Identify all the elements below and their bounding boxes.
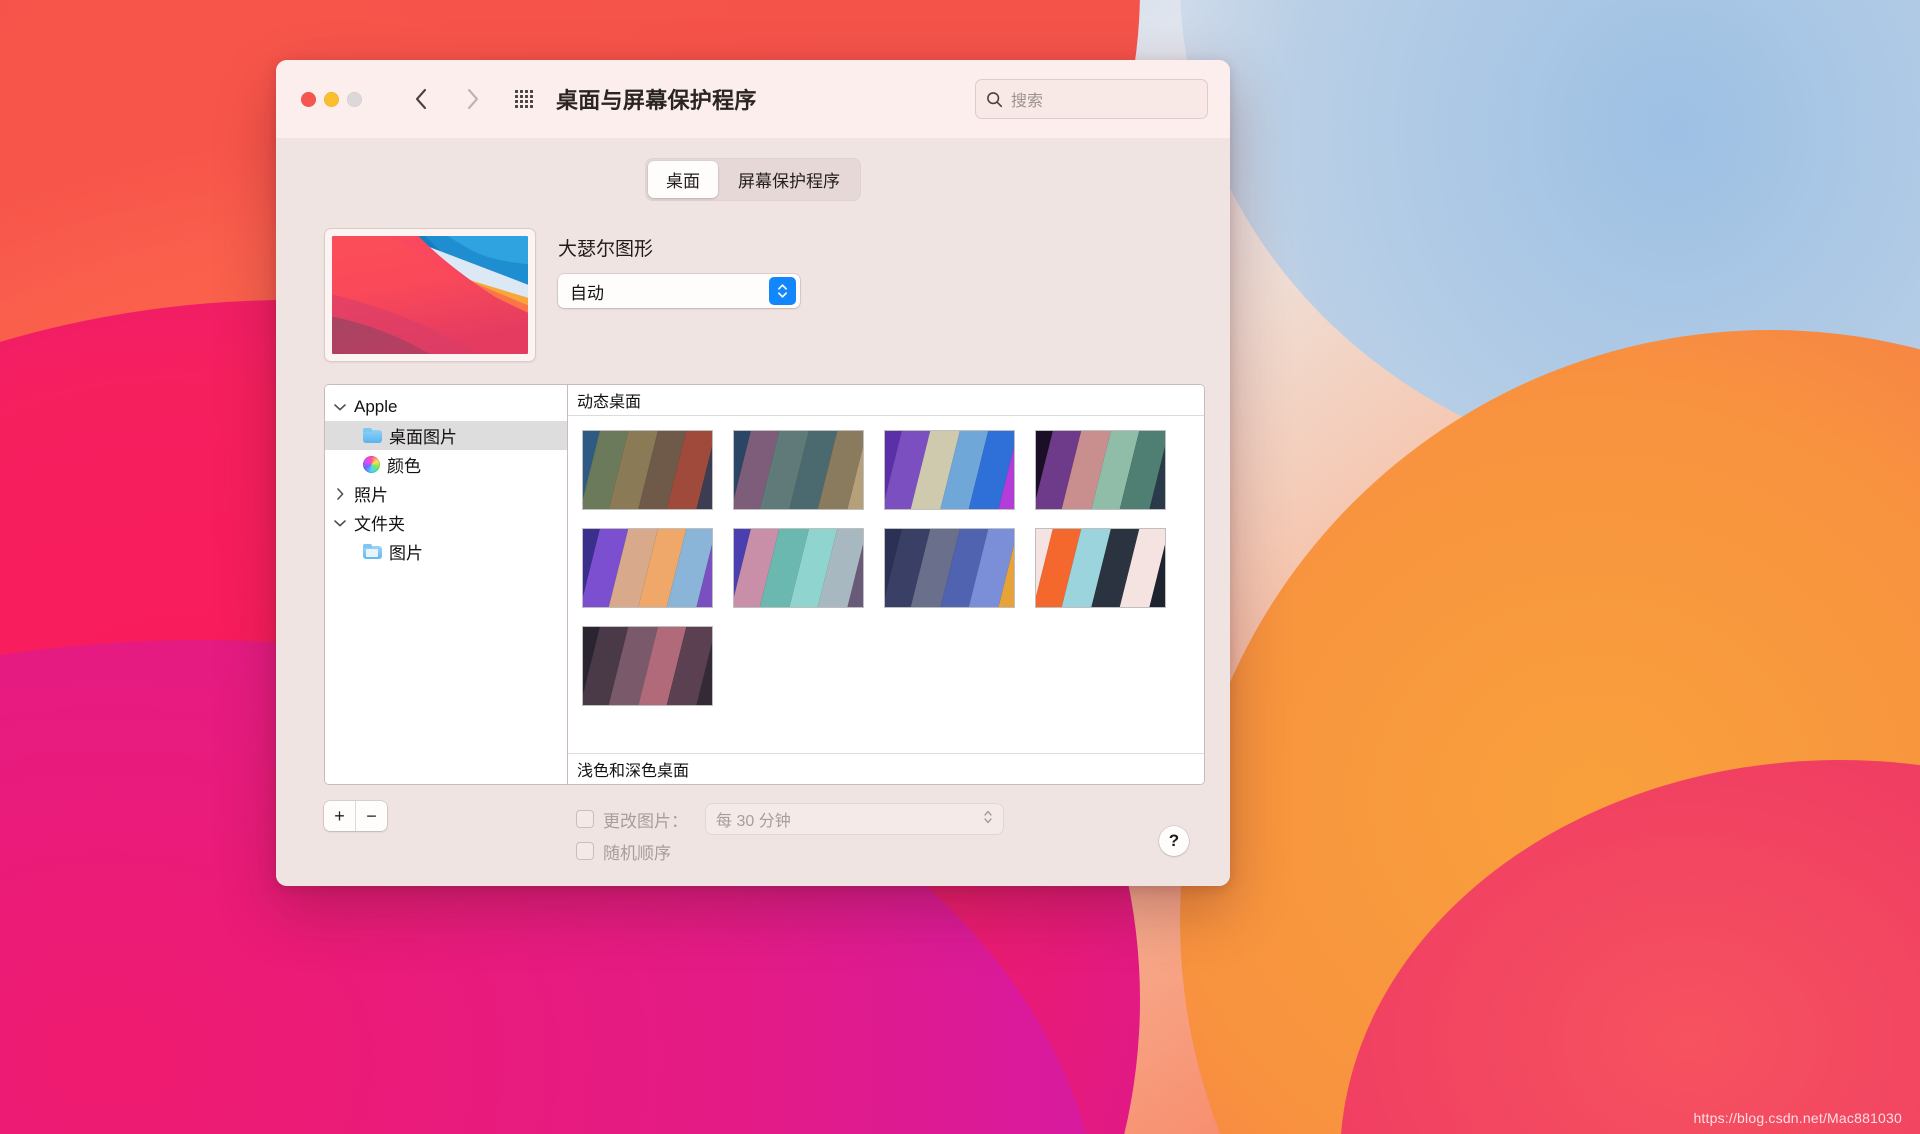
desktop-background: https://blog.csdn.net/Mac881030 桌面与屏幕保护程… [0,0,1920,1134]
grid-view-icon[interactable] [514,89,534,109]
sidebar-item-label: 桌面图片 [389,428,457,447]
folder-icon [363,428,382,443]
search-icon [987,91,1003,107]
sidebar-item-label: 文件夹 [354,515,405,534]
wallpaper-stripes [583,627,712,705]
zoom-button[interactable] [347,91,362,107]
rotation-options: 更改图片： 每 30 分钟 随机顺序 [577,801,1003,867]
wallpaper-preview-frame[interactable] [324,228,536,362]
wallpaper-thumbnail[interactable] [1035,528,1166,608]
wallpaper-stripes [1036,431,1165,509]
chevron-right-icon[interactable] [333,487,347,501]
search-input[interactable]: 搜索 [975,79,1208,119]
page-title: 桌面与屏幕保护程序 [556,88,757,113]
wallpaper-preview-image [332,236,528,354]
chevron-down-icon[interactable] [333,516,347,530]
random-order-checkbox[interactable] [577,843,593,859]
wallpaper-thumbnail[interactable] [733,528,864,608]
source-and-gallery-split: Apple 桌面图片 颜色 照片 文件夹 图片 动态桌面 浅色和深色桌面 [324,384,1205,785]
stepper-chevrons-icon[interactable] [769,277,796,305]
sidebar-item-label: 照片 [354,486,388,505]
wallpaper-thumbnail[interactable] [1035,430,1166,510]
gallery-group-header-dynamic: 动态桌面 [568,385,1204,416]
wallpaper-stripes [734,431,863,509]
sidebar-item-label: 颜色 [387,457,421,476]
add-remove-segmented-control[interactable]: + − [324,801,387,831]
sidebar-item-photos[interactable]: 照片 [325,479,567,508]
sidebar-item-folders[interactable]: 文件夹 [325,508,567,537]
photo-glyph-icon [366,549,378,557]
tab-group: 桌面 屏幕保护程序 [645,158,861,201]
wallpaper-thumbnail[interactable] [733,430,864,510]
close-button[interactable] [301,91,316,107]
system-preferences-window: 桌面与屏幕保护程序 搜索 桌面 屏幕保护程序 大瑟尔图形 自动 Apple 桌面… [276,60,1230,886]
window-body: 桌面 屏幕保护程序 大瑟尔图形 自动 Apple 桌面图片 颜色 照片 文件夹 … [276,138,1230,886]
change-interval-value: 每 30 分钟 [716,813,791,830]
change-picture-row: 更改图片： 每 30 分钟 [577,803,1003,835]
sidebar-item-pictures[interactable]: 图片 [325,537,567,566]
color-wheel-icon [363,456,380,473]
wallpaper-gallery: 动态桌面 浅色和深色桌面 [568,385,1204,784]
wallpaper-stripes [885,529,1014,607]
remove-folder-button[interactable]: − [356,801,387,831]
chevron-right-icon[interactable] [458,84,488,114]
change-picture-label: 更改图片： [603,811,688,831]
tab-screensaver[interactable]: 屏幕保护程序 [720,161,858,198]
help-button[interactable]: ? [1159,826,1189,856]
wallpaper-stripes [583,431,712,509]
chevron-down-icon[interactable] [333,400,347,414]
search-placeholder: 搜索 [1011,93,1044,110]
change-interval-select[interactable]: 每 30 分钟 [706,804,1003,834]
gallery-scroll-area[interactable] [568,416,1204,753]
pictures-folder-icon [363,544,382,559]
change-picture-checkbox[interactable] [577,811,593,827]
wallpaper-stripes [1036,529,1165,607]
wallpaper-mode-value: 自动 [570,283,604,303]
tab-bar: 桌面 屏幕保护程序 [298,138,1208,201]
wallpaper-thumbnail[interactable] [582,430,713,510]
minimize-button[interactable] [324,91,339,107]
sidebar-item-label: 图片 [389,544,423,563]
sidebar-item-label: Apple [354,396,398,416]
wallpaper-thumbnail[interactable] [884,528,1015,608]
sidebar-item-colors[interactable]: 颜色 [325,450,567,479]
sidebar-item-desktop-pictures[interactable]: 桌面图片 [325,421,567,450]
chevron-updown-icon [983,809,993,830]
sidebar-item-apple[interactable]: Apple [325,392,567,421]
random-order-label: 随机顺序 [603,843,671,863]
preview-row: 大瑟尔图形 自动 [298,201,1208,362]
wallpaper-stripes [885,431,1014,509]
watermark-text: https://blog.csdn.net/Mac881030 [1693,1110,1902,1126]
bottom-controls: + − 更改图片： 每 30 分钟 随机顺序 ? [298,785,1208,886]
traffic-lights [301,91,362,107]
wallpaper-thumbnail[interactable] [884,430,1015,510]
source-sidebar: Apple 桌面图片 颜色 照片 文件夹 图片 [325,385,568,784]
wallpaper-thumbnail[interactable] [582,528,713,608]
wallpaper-stripes [583,529,712,607]
tab-desktop[interactable]: 桌面 [648,161,718,198]
chevron-left-icon[interactable] [406,84,436,114]
gallery-group-header-light-dark: 浅色和深色桌面 [568,753,1204,784]
window-titlebar: 桌面与屏幕保护程序 搜索 [276,60,1230,138]
wallpaper-thumbnail[interactable] [582,626,713,706]
wallpaper-mode-select[interactable]: 自动 [558,274,800,308]
wallpaper-stripes [734,529,863,607]
wallpaper-name-label: 大瑟尔图形 [558,239,654,260]
add-folder-button[interactable]: + [324,801,356,831]
random-order-row: 随机顺序 [577,835,1003,867]
preview-info: 大瑟尔图形 自动 [558,228,800,308]
